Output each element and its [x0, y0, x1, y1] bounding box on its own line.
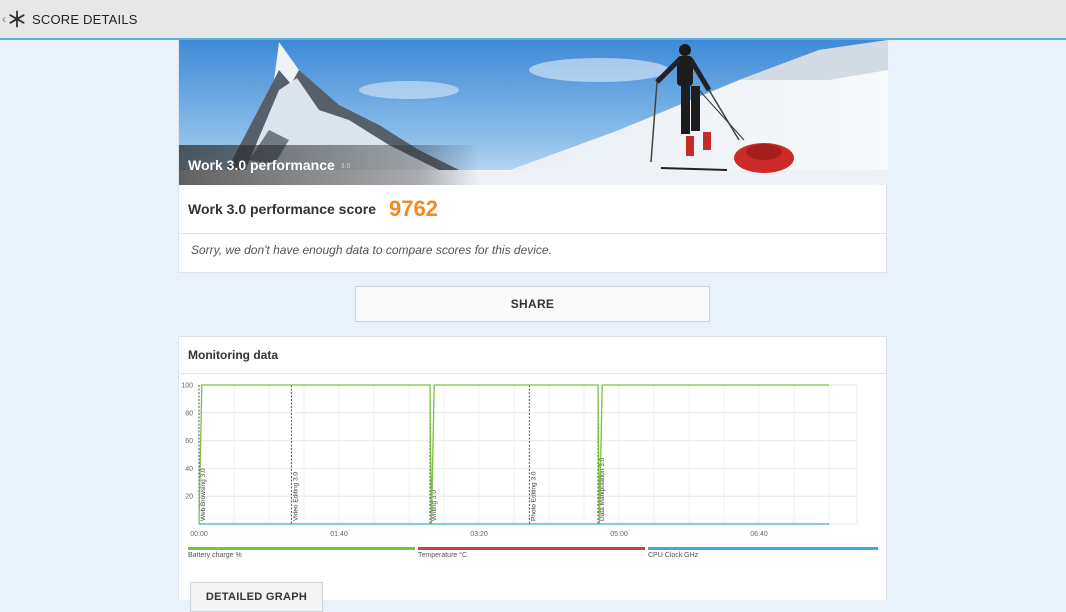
- x-tick-label: 06:40: [750, 531, 768, 538]
- legend-battery: Battery charge %: [188, 547, 415, 563]
- x-tick-label: 00:00: [190, 531, 208, 538]
- phase-marker-label: Web Browsing 3.0: [200, 468, 207, 521]
- legend-temperature: Temperature °C: [418, 547, 645, 563]
- legend-cpu-clock-swatch: [648, 547, 878, 550]
- y-tick-label: 60: [185, 438, 193, 445]
- y-tick-label: 40: [185, 466, 193, 473]
- legend-battery-label: Battery charge %: [188, 552, 242, 559]
- score-row: Work 3.0 performance score 9762: [179, 185, 886, 234]
- page-title: SCORE DETAILS: [32, 11, 138, 27]
- monitoring-title: Monitoring data: [188, 348, 278, 362]
- score-card: Work 3.0 performance 3.0 Work 3.0 perfor…: [178, 40, 888, 273]
- y-tick-label: 20: [185, 494, 193, 501]
- share-button[interactable]: SHARE: [355, 286, 710, 322]
- legend-cpu-clock: CPU Clock GHz: [648, 547, 878, 563]
- snowflake-icon[interactable]: [8, 10, 26, 28]
- back-chevron-icon[interactable]: ‹: [2, 12, 6, 26]
- legend-temperature-swatch: [418, 547, 645, 550]
- benchmark-title-overlay: Work 3.0 performance 3.0: [179, 145, 479, 185]
- phase-marker-label: Photo Editing 3.0: [530, 471, 537, 521]
- x-tick-label: 03:20: [470, 531, 488, 538]
- legend-battery-swatch: [188, 547, 415, 550]
- x-tick-label: 05:00: [610, 531, 628, 538]
- y-tick-label: 80: [185, 410, 193, 417]
- benchmark-name: Work 3.0 performance: [188, 157, 335, 173]
- benchmark-version: 3.0: [340, 163, 351, 170]
- phase-marker-label: Video Editing 3.0: [292, 472, 299, 521]
- score-label: Work 3.0 performance score: [188, 201, 377, 217]
- monitoring-card: Monitoring data 20 40 60 80 100 00:00 01:40 03:…: [178, 336, 887, 600]
- monitoring-header: Monitoring data: [179, 337, 886, 374]
- compare-message: Sorry, we don't have enough data to comp…: [191, 243, 552, 257]
- y-tick-label: 100: [181, 383, 193, 390]
- x-tick-label: 01:40: [330, 531, 348, 538]
- detailed-graph-button[interactable]: DETAILED GRAPH: [190, 582, 323, 612]
- legend-cpu-clock-label: CPU Clock GHz: [648, 552, 699, 559]
- legend-temperature-label: Temperature °C: [418, 552, 468, 559]
- monitoring-chart[interactable]: 20 40 60 80 100 00:00 01:40 03:20 05:00 06:40 Web …: [179, 374, 886, 544]
- top-app-bar: ‹ SCORE DETAILS: [0, 0, 1066, 40]
- score-value: 9762: [389, 196, 438, 221]
